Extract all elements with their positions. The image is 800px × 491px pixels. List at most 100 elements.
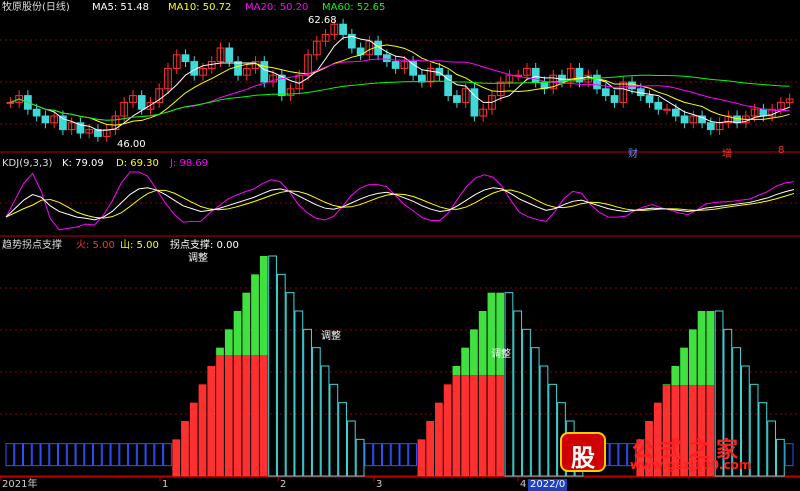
ma20-label: MA20: 50.20 (245, 2, 309, 13)
trend-bar-green (671, 366, 680, 386)
x-tick-label: 2 (280, 479, 287, 490)
base-bar (93, 443, 102, 467)
candle (6, 101, 15, 104)
base-bar (390, 443, 400, 467)
trend-bar-cyan (548, 383, 558, 477)
candle (382, 54, 391, 63)
candle (234, 61, 242, 76)
adjust-annotation-1: 调整 (188, 253, 208, 264)
base-bar (66, 443, 76, 467)
candle (41, 115, 50, 124)
base-bar (31, 443, 41, 467)
candle (680, 115, 689, 124)
trend-bar-red (452, 375, 461, 476)
trend-bar-green (662, 384, 671, 386)
kdj-panel-title: KDJ(9,3,3) (2, 158, 53, 169)
base-bar (101, 443, 111, 467)
trend-bar-cyan (268, 255, 277, 477)
ma10-label: MA10: 50.72 (168, 2, 232, 13)
trend-bar-green (496, 292, 505, 376)
trend-bar-green (242, 292, 251, 355)
trend-bar-green (216, 347, 224, 355)
trend-bar-red (470, 375, 478, 476)
trend-panel-title: 趋势拐点支撑 (2, 240, 62, 251)
x-tick-label: 3 (376, 479, 383, 490)
trend-bar-green (478, 311, 487, 376)
trend-bar-green (259, 256, 268, 355)
kdj-k-label: K: 79.09 (62, 158, 104, 169)
candle (610, 95, 619, 103)
trend-bar-red (435, 402, 443, 476)
trend-bar-red (443, 384, 452, 476)
trend-bar-red (233, 355, 242, 476)
base-bar (119, 443, 129, 467)
trend-bar-cyan (311, 347, 321, 477)
trend-bar-red (198, 384, 207, 476)
base-bar (58, 443, 67, 467)
trend-bar-cyan (276, 273, 286, 477)
trend-bar-red (417, 439, 426, 476)
candle (225, 47, 234, 63)
trend-bar-red (207, 366, 216, 476)
candle (260, 61, 269, 83)
base-bar (23, 443, 32, 467)
trend-bar-green (251, 274, 259, 355)
trend-bar-green (680, 347, 688, 386)
trend-bar-cyan (320, 365, 330, 477)
adjust-annotation-2: 调整 (321, 331, 341, 342)
base-bar (14, 443, 24, 467)
trend-bar-cyan (513, 310, 523, 477)
trend-bar-cyan (522, 328, 531, 477)
base-bar (75, 443, 85, 467)
candle (453, 95, 461, 103)
base-bar (40, 443, 50, 467)
base-bar (381, 443, 391, 467)
candle (339, 23, 347, 35)
candle (59, 115, 67, 131)
trend-bar-red (172, 439, 181, 476)
trend-bar-green (697, 311, 706, 386)
candle (628, 81, 636, 90)
candle (645, 95, 654, 103)
trend-bar-green (688, 329, 697, 386)
trend-bar-cyan (329, 383, 339, 477)
candle (706, 122, 715, 131)
watermark-url: www.gszj100.com (630, 458, 752, 472)
x-tick-label: 2021年 (2, 479, 38, 490)
trend-bar-red (496, 375, 505, 476)
candle (663, 108, 671, 111)
adjust-annotation-3: 调整 (491, 349, 511, 360)
trend-bar-green (487, 292, 496, 376)
base-bar (84, 443, 94, 467)
kdj-d-line (5, 189, 795, 219)
ma5-label: MA5: 51.48 (92, 2, 150, 13)
trend-bar-cyan (539, 365, 549, 477)
trend-bar-red (259, 355, 268, 476)
trend-fire-label: 火: 5.00 (76, 240, 115, 251)
base-bar (399, 443, 409, 467)
low-price-label: 46.00 (117, 139, 146, 150)
trend-bar-cyan (285, 292, 295, 477)
trend-mountain-label: 山: 5.00 (120, 240, 159, 251)
base-bar (408, 443, 418, 467)
trend-bar-red (251, 355, 259, 476)
candle (181, 54, 190, 63)
base-bar (110, 443, 120, 467)
candle (593, 74, 601, 90)
trend-bar-cyan (303, 328, 312, 477)
candle (391, 61, 400, 69)
trend-bar-red (189, 402, 198, 476)
stock-chart-screen: 牧原股份(日线) MA5: 51.48 MA10: 50.72 MA20: 50… (0, 0, 800, 491)
base-bar (364, 443, 374, 467)
base-bar (5, 443, 15, 467)
trend-bar-red (181, 421, 189, 476)
base-bar (163, 443, 172, 467)
trend-bar-cyan (346, 420, 356, 477)
candle (654, 101, 663, 110)
trend-bar-green (224, 329, 233, 355)
base-bar (49, 443, 59, 467)
trend-bar-red (487, 375, 496, 476)
trend-bar-cyan (504, 292, 514, 477)
trend-bar-red (478, 375, 487, 476)
watermark: 股 公式之家 www.gszj100.com (560, 432, 796, 472)
